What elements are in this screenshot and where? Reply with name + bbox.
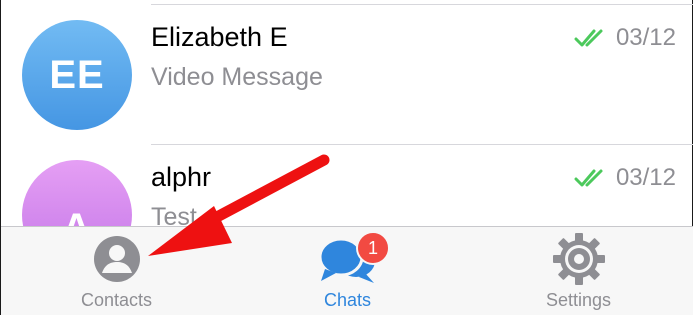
chat-row-elizabeth-e[interactable]: EE Elizabeth E Video Message 03/12 <box>1 5 693 145</box>
gear-icon <box>552 233 605 285</box>
chat-list: EE Elizabeth E Video Message 03/12 A alp… <box>1 0 693 226</box>
tab-settings[interactable]: Settings <box>463 227 693 316</box>
chat-row-alphr[interactable]: A alphr Test 03/12 <box>1 145 693 226</box>
chat-preview: Video Message <box>151 63 323 91</box>
double-check-icon <box>574 29 603 47</box>
avatar: EE <box>22 20 132 130</box>
avatar-initials: EE <box>49 52 105 97</box>
avatar-initials: A <box>62 206 92 227</box>
tab-bar: Contacts 1 Chats Settings <box>1 226 693 315</box>
tab-label: Contacts <box>80 290 153 310</box>
chat-name: Elizabeth E <box>151 22 288 52</box>
double-check-icon <box>574 169 603 187</box>
chat-date: 03/12 <box>615 24 676 51</box>
avatar: A <box>22 160 132 226</box>
person-circle-icon <box>93 236 140 282</box>
chat-date: 03/12 <box>615 164 676 191</box>
chat-name: alphr <box>151 162 212 192</box>
unread-badge: 1 <box>356 231 390 265</box>
app-frame: EE Elizabeth E Video Message 03/12 A alp… <box>0 0 693 315</box>
tab-chats[interactable]: 1 Chats <box>232 227 463 316</box>
tab-label: Settings <box>545 290 612 310</box>
chat-meta: 03/12 <box>574 24 676 52</box>
tab-contacts[interactable]: Contacts <box>1 227 232 316</box>
chat-preview: Test <box>151 203 197 226</box>
tab-label: Chats <box>323 290 372 310</box>
chat-meta: 03/12 <box>574 164 676 192</box>
